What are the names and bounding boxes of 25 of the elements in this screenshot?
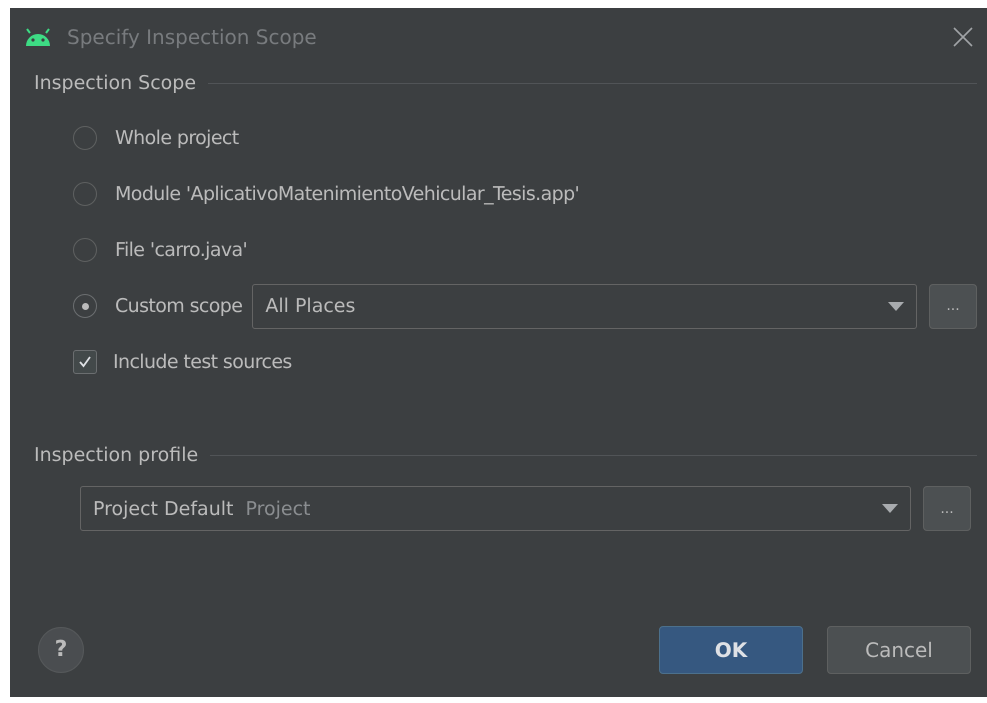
radio-button[interactable] [73,294,97,318]
help-button[interactable]: ? [38,626,84,672]
scope-dropdown[interactable]: All Places [252,284,917,328]
cancel-button[interactable]: Cancel [827,626,971,674]
window-title: Specify Inspection Scope [67,25,318,49]
browse-button[interactable]: ... [929,284,977,328]
radio-button[interactable] [73,182,97,206]
section-title: Inspection Scope [34,72,196,94]
close-icon[interactable] [953,27,973,47]
check-icon [78,355,92,369]
caret-icon [882,504,898,513]
radio-label: Whole project [115,127,239,149]
radio-button[interactable] [73,126,97,150]
radio-button[interactable] [73,238,97,262]
radio-label: Custom scope [115,295,242,317]
checkbox-label: Include test sources [113,351,292,373]
section-title: Inspection profile [34,444,198,466]
browse-button[interactable]: ... [923,486,971,531]
checkbox[interactable] [73,350,97,374]
radio-label: File 'carro.java' [115,239,248,261]
ok-button[interactable]: OK [659,626,803,674]
android-icon [23,28,53,46]
radio-label: Module 'AplicativoMatenimientoVehicular_Tesis.app' [115,183,580,205]
profile-dropdown[interactable]: Project Default Project [80,486,911,531]
caret-icon [888,302,904,310]
